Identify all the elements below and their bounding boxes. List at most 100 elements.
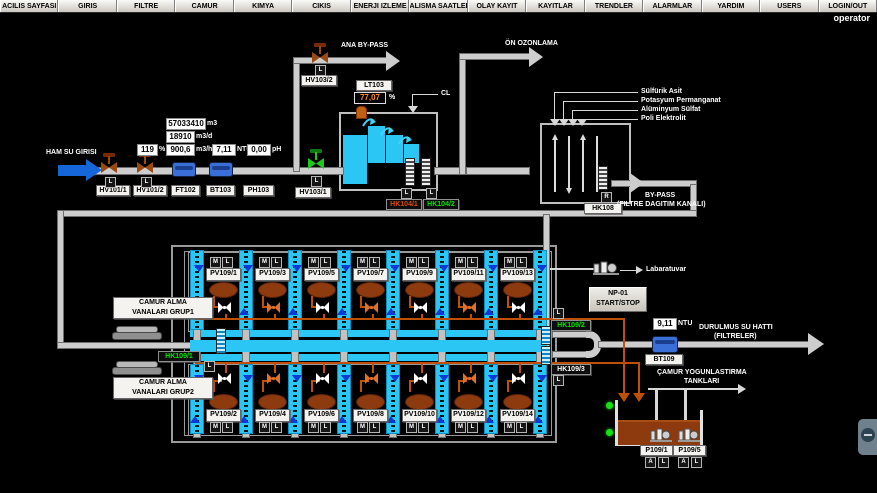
filter-mode-m-box[interactable]: M	[308, 422, 319, 433]
menu-item[interactable]: USERS	[760, 0, 818, 12]
pump2-auto-box[interactable]: A	[678, 457, 689, 468]
filter-valve-label[interactable]: PV109/14	[500, 409, 535, 422]
butterfly-valve-icon[interactable]	[413, 372, 428, 385]
filter-valve-label[interactable]: PV109/10	[402, 409, 437, 422]
menu-item[interactable]: CALISMA SAATLERI	[409, 0, 467, 12]
sludge-group1-label[interactable]: CAMUR ALMAVANALARI GRUP1	[113, 297, 213, 319]
corner-widget[interactable]	[858, 419, 877, 455]
butterfly-valve-icon[interactable]	[462, 372, 477, 385]
sludge-pump1-label[interactable]: P109/1	[640, 445, 673, 456]
filter-mode-l-box[interactable]: L	[369, 422, 380, 433]
filter-mode-m-box[interactable]: M	[455, 422, 466, 433]
butterfly-valve-icon[interactable]	[511, 372, 526, 385]
menu-item[interactable]: YARDIM	[702, 0, 760, 12]
gallery-inlet-gate-icon[interactable]	[216, 328, 226, 354]
level-transmitter-label[interactable]: LT103	[356, 80, 392, 91]
outlet-gate-top-label[interactable]: HK109/2	[551, 320, 591, 331]
filter-mode-l-box[interactable]: L	[418, 257, 429, 268]
menu-item[interactable]: ALARMLAR	[643, 0, 701, 12]
turbidity-meter-icon[interactable]	[209, 162, 233, 177]
aeration-gate2-icon[interactable]	[421, 158, 431, 186]
sludge-pump2-icon[interactable]	[678, 428, 700, 443]
filter-valve-label[interactable]: PV109/11	[451, 268, 486, 281]
filter-mode-l-box[interactable]: L	[320, 257, 331, 268]
filter-mode-l-box[interactable]: L	[271, 422, 282, 433]
outlet-gate-bottom-label[interactable]: HK109/3	[551, 364, 591, 375]
lab-pump-startstop-button[interactable]: NP-01START/STOP	[589, 287, 647, 312]
sludge-pump1-icon[interactable]	[650, 428, 672, 443]
gallery-inlet-gate-local-box[interactable]: L	[204, 361, 215, 372]
filter-valve-label[interactable]: PV109/4	[255, 409, 290, 422]
aeration-gate1-icon[interactable]	[405, 158, 415, 186]
menu-item[interactable]: KAYITLAR	[526, 0, 584, 12]
sludge-group2-label[interactable]: CAMUR ALMAVANALARI GRUP2	[113, 377, 213, 399]
filter-mode-m-box[interactable]: M	[357, 422, 368, 433]
menu-item[interactable]: CIKIS	[292, 0, 350, 12]
sludge-pump2-label[interactable]: P109/5	[673, 445, 706, 456]
outlet-gate-top-icon[interactable]	[541, 326, 551, 345]
filter-mode-m-box[interactable]: M	[210, 422, 221, 433]
filter-mode-l-box[interactable]: L	[418, 422, 429, 433]
gate2-local-box[interactable]: L	[426, 188, 437, 199]
filter-mode-l-box[interactable]: L	[467, 422, 478, 433]
gate1-local-box[interactable]: L	[401, 188, 412, 199]
tank-inlet-valve-icon[interactable]	[306, 148, 326, 170]
gallery-inlet-gate-label[interactable]: HK109/1	[158, 351, 200, 362]
valve2-local-box[interactable]: L	[141, 177, 152, 188]
filter-mode-m-box[interactable]: M	[406, 422, 417, 433]
filter-mode-m-box[interactable]: M	[357, 257, 368, 268]
menu-item[interactable]: ACILIS SAYFASI	[0, 0, 58, 12]
butterfly-valve-icon[interactable]	[217, 372, 232, 385]
bypass-valve-label[interactable]: HV103/2	[301, 75, 337, 86]
filter-mode-l-box[interactable]: L	[516, 257, 527, 268]
tank-inlet-valve-label[interactable]: HV103/1	[295, 187, 331, 198]
filter-mode-m-box[interactable]: M	[406, 257, 417, 268]
bypass-valve-icon[interactable]	[310, 42, 330, 64]
butterfly-valve-icon[interactable]	[462, 301, 477, 314]
menu-item[interactable]: FILTRE	[117, 0, 175, 12]
pump1-local-box[interactable]: L	[658, 457, 669, 468]
menu-item[interactable]: OLAY KAYIT	[468, 0, 526, 12]
aeration-gate2-label[interactable]: HK104/2	[423, 199, 459, 210]
filter-valve-label[interactable]: PV109/12	[451, 409, 486, 422]
butterfly-valve-icon[interactable]	[315, 301, 330, 314]
filter-valve-label[interactable]: PV109/5	[304, 268, 339, 281]
filter-mode-m-box[interactable]: M	[308, 257, 319, 268]
butterfly-valve-icon[interactable]	[511, 301, 526, 314]
inlet-valve-1-icon[interactable]	[99, 152, 119, 174]
pump2-local-box[interactable]: L	[691, 457, 702, 468]
filter-mode-l-box[interactable]: L	[271, 257, 282, 268]
filter-mode-l-box[interactable]: L	[369, 257, 380, 268]
outlet-gate-bottom-local-box[interactable]: L	[553, 375, 564, 386]
filter-valve-label[interactable]: PV109/9	[402, 268, 437, 281]
filter-valve-label[interactable]: PV109/3	[255, 268, 290, 281]
tank-inlet-valve-local-box[interactable]: L	[311, 176, 322, 187]
turbidity-meter-label[interactable]: BT103	[206, 185, 235, 196]
outlet-turbidity-meter-icon[interactable]	[652, 336, 678, 353]
menu-item[interactable]: TRENDLER	[585, 0, 643, 12]
menu-item[interactable]: CAMUR	[175, 0, 233, 12]
pump1-auto-box[interactable]: A	[645, 457, 656, 468]
aeration-gate1-label[interactable]: HK104/1	[386, 199, 422, 210]
menu-item[interactable]: ENERJI IZLEME	[351, 0, 409, 12]
filter-mode-m-box[interactable]: M	[210, 257, 221, 268]
filter-mode-m-box[interactable]: M	[259, 257, 270, 268]
lab-pump-icon[interactable]	[593, 260, 619, 277]
butterfly-valve-icon[interactable]	[217, 301, 232, 314]
filter-mode-m-box[interactable]: M	[504, 257, 515, 268]
butterfly-valve-icon[interactable]	[413, 301, 428, 314]
flowmeter-label[interactable]: FT102	[171, 185, 200, 196]
butterfly-valve-icon[interactable]	[266, 301, 281, 314]
filter-mode-m-box[interactable]: M	[455, 257, 466, 268]
filter-mode-m-box[interactable]: M	[259, 422, 270, 433]
filter-mode-l-box[interactable]: L	[516, 422, 527, 433]
filter-mode-l-box[interactable]: L	[222, 257, 233, 268]
filter-mode-l-box[interactable]: L	[222, 422, 233, 433]
valve1-local-box[interactable]: L	[105, 177, 116, 188]
butterfly-valve-icon[interactable]	[364, 301, 379, 314]
filter-valve-label[interactable]: PV109/7	[353, 268, 388, 281]
menu-item[interactable]: GIRIS	[58, 0, 116, 12]
filter-mode-l-box[interactable]: L	[320, 422, 331, 433]
filter-valve-label[interactable]: PV109/8	[353, 409, 388, 422]
butterfly-valve-icon[interactable]	[315, 372, 330, 385]
